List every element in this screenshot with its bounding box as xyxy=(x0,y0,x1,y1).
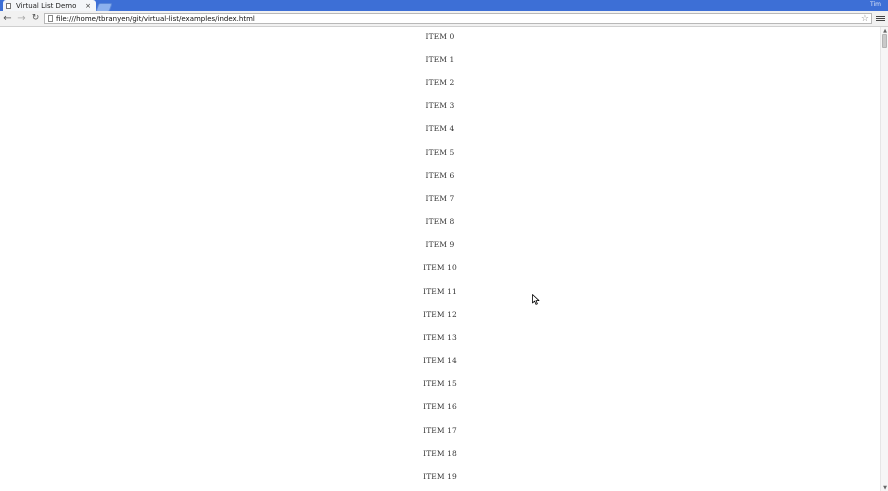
list-item: ITEM 17 xyxy=(423,426,457,435)
page-icon xyxy=(6,2,11,9)
list-item: ITEM 9 xyxy=(425,240,455,249)
page-icon xyxy=(48,15,53,22)
list-item: ITEM 7 xyxy=(425,194,455,203)
browser-menu-icon[interactable] xyxy=(876,13,885,24)
list-item: ITEM 0 xyxy=(425,32,455,41)
list-item: ITEM 6 xyxy=(425,171,455,180)
back-button[interactable]: ← xyxy=(2,13,13,24)
list-item: ITEM 2 xyxy=(425,78,455,87)
address-bar[interactable]: ☆ xyxy=(44,13,872,24)
list-item: ITEM 5 xyxy=(425,148,455,157)
list-item: ITEM 12 xyxy=(423,310,457,319)
list-item: ITEM 8 xyxy=(425,217,455,226)
vertical-scrollbar[interactable]: ▲ ▼ xyxy=(880,27,888,491)
browser-toolbar: ← → ↻ ☆ xyxy=(0,11,888,27)
list-item: ITEM 4 xyxy=(425,124,455,133)
list-item: ITEM 1 xyxy=(425,55,455,64)
list-item: ITEM 11 xyxy=(423,287,457,296)
list-item: ITEM 19 xyxy=(423,472,457,481)
list-item: ITEM 16 xyxy=(423,402,457,411)
list-item: ITEM 18 xyxy=(423,449,457,458)
list-item: ITEM 14 xyxy=(423,356,457,365)
title-bar: Virtual List Demo × Tim xyxy=(0,0,888,12)
scrollbar-thumb[interactable] xyxy=(882,34,887,48)
list-item: ITEM 13 xyxy=(423,333,457,342)
bookmark-star-icon[interactable]: ☆ xyxy=(861,14,869,24)
tab-title: Virtual List Demo xyxy=(16,1,77,10)
list-item: ITEM 15 xyxy=(423,379,457,388)
scroll-down-icon[interactable]: ▼ xyxy=(882,485,888,491)
list-item: ITEM 10 xyxy=(423,263,457,272)
reload-button[interactable]: ↻ xyxy=(30,13,41,24)
page-content: ITEM 0 ITEM 1 ITEM 2 ITEM 3 ITEM 4 ITEM … xyxy=(0,27,880,491)
tab-virtual-list-demo[interactable]: Virtual List Demo × xyxy=(3,0,96,11)
tab-close-button[interactable]: × xyxy=(84,2,92,10)
url-input[interactable] xyxy=(56,14,861,23)
profile-name[interactable]: Tim xyxy=(870,1,881,8)
list-item: ITEM 3 xyxy=(425,101,455,110)
mouse-cursor-icon xyxy=(532,294,540,305)
forward-button[interactable]: → xyxy=(16,13,27,24)
